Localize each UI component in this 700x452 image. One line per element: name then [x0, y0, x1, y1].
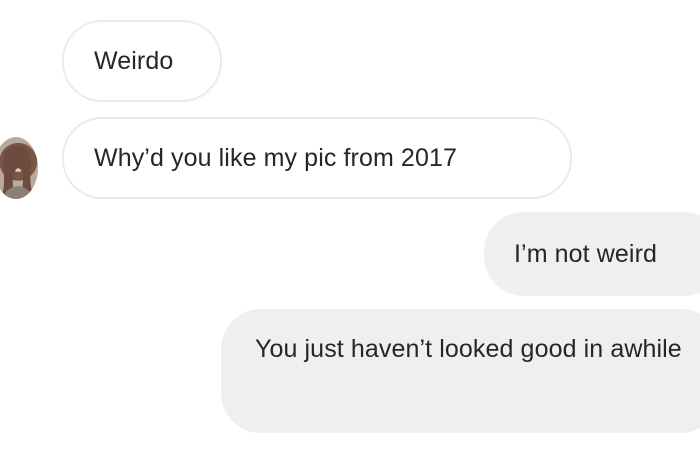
profile-photo-icon — [2, 145, 33, 199]
outgoing-message-bubble[interactable]: I’m not weird — [484, 212, 700, 296]
message-text: I’m not weird — [514, 240, 658, 268]
message-thread: Weirdo Why’d you like my pic from 2017 I… — [0, 0, 700, 452]
incoming-message-bubble[interactable]: Weirdo — [62, 20, 222, 102]
outgoing-message-bubble[interactable]: You just haven’t looked good in awhile — [221, 309, 700, 433]
avatar[interactable] — [0, 137, 38, 199]
message-text: Why’d you like my pic from 2017 — [94, 144, 457, 172]
incoming-message-bubble[interactable]: Why’d you like my pic from 2017 — [62, 117, 572, 199]
message-text: You just haven’t looked good in awhile — [255, 335, 682, 363]
message-text: Weirdo — [94, 47, 174, 75]
